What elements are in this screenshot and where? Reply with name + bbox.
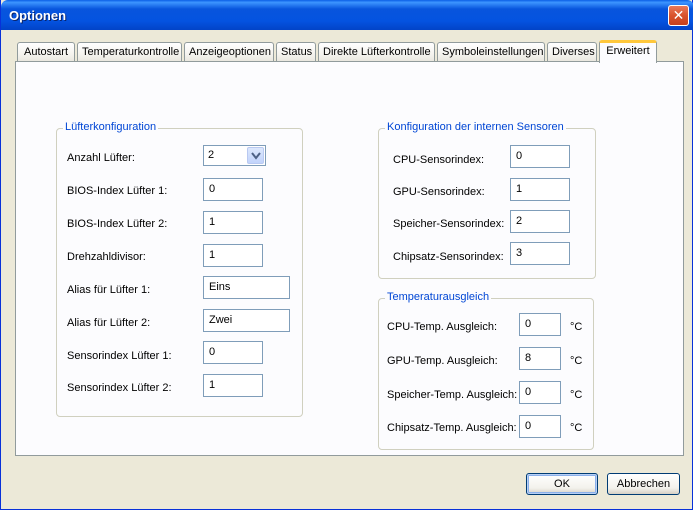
chipset-offset-label: Chipsatz-Temp. Ausgleich:	[387, 422, 517, 434]
memory-sensor-field[interactable]: 2	[510, 210, 570, 233]
cpu-offset-label: CPU-Temp. Ausgleich:	[387, 321, 498, 333]
cancel-button[interactable]: Abbrechen	[607, 473, 680, 495]
tab-status[interactable]: Status	[276, 42, 316, 62]
memory-offset-field[interactable]: 0	[519, 381, 561, 404]
alias-1-field[interactable]: Eins	[203, 276, 290, 299]
options-dialog: Optionen ✕ Autostart Temperaturkontrolle…	[0, 0, 693, 510]
tab-erweitert[interactable]: Erweitert	[599, 40, 657, 63]
tab-diverses[interactable]: Diverses	[547, 42, 597, 62]
fan-count-select[interactable]: 2	[203, 145, 266, 166]
memory-offset-unit: °C	[570, 389, 583, 401]
fan-config-group: Lüfterkonfiguration Anzahl Lüfter: 2 BIO…	[56, 121, 303, 417]
bios-index-1-label: BIOS-Index Lüfter 1:	[67, 185, 168, 197]
sensor-index-2-label: Sensorindex Lüfter 2:	[67, 382, 172, 394]
fan-config-title: Lüfterkonfiguration	[63, 121, 159, 133]
chevron-down-icon[interactable]	[247, 147, 264, 164]
title-bar[interactable]: Optionen ✕	[1, 0, 693, 30]
bios-index-1-field[interactable]: 0	[203, 178, 263, 201]
sensor-index-1-field[interactable]: 0	[203, 341, 263, 364]
alias-2-field[interactable]: Zwei	[203, 309, 290, 332]
alias-2-label: Alias für Lüfter 2:	[67, 317, 151, 329]
temp-offset-group: Temperaturausgleich CPU-Temp. Ausgleich:…	[378, 291, 594, 450]
sensor-config-group: Konfiguration der internen Sensoren CPU-…	[378, 121, 596, 279]
gpu-offset-unit: °C	[570, 355, 583, 367]
chipset-offset-field[interactable]: 0	[519, 415, 561, 438]
memory-offset-label: Speicher-Temp. Ausgleich:	[387, 389, 518, 401]
cpu-sensor-label: CPU-Sensorindex:	[393, 154, 485, 166]
tab-anzeigeoptionen[interactable]: Anzeigeoptionen	[184, 42, 274, 62]
sensor-index-1-label: Sensorindex Lüfter 1:	[67, 350, 172, 362]
sensor-config-title: Konfiguration der internen Sensoren	[385, 121, 566, 133]
bios-index-2-field[interactable]: 1	[203, 211, 263, 234]
gpu-offset-field[interactable]: 8	[519, 347, 561, 370]
cpu-offset-unit: °C	[570, 321, 583, 333]
gpu-sensor-field[interactable]: 1	[510, 178, 570, 201]
alias-1-label: Alias für Lüfter 1:	[67, 284, 151, 296]
divisor-field[interactable]: 1	[203, 244, 263, 267]
divisor-label: Drehzahldivisor:	[67, 251, 146, 263]
fan-count-label: Anzahl Lüfter:	[67, 152, 135, 164]
chipset-offset-unit: °C	[570, 422, 583, 434]
cpu-sensor-field[interactable]: 0	[510, 145, 570, 168]
chipset-sensor-field[interactable]: 3	[510, 242, 570, 265]
bios-index-2-label: BIOS-Index Lüfter 2:	[67, 218, 168, 230]
tab-temperaturkontrolle[interactable]: Temperaturkontrolle	[77, 42, 182, 62]
close-icon: ✕	[672, 7, 685, 23]
memory-sensor-label: Speicher-Sensorindex:	[393, 218, 505, 230]
fan-count-value: 2	[208, 149, 215, 161]
close-button[interactable]: ✕	[668, 5, 689, 26]
sensor-index-2-field[interactable]: 1	[203, 374, 263, 397]
temp-offset-title: Temperaturausgleich	[385, 291, 492, 303]
tab-direkte-luefterkontrolle[interactable]: Direkte Lüfterkontrolle	[318, 42, 435, 62]
gpu-sensor-label: GPU-Sensorindex:	[393, 186, 485, 198]
cpu-offset-field[interactable]: 0	[519, 313, 561, 336]
window-title: Optionen	[9, 8, 67, 23]
tab-autostart[interactable]: Autostart	[17, 42, 75, 62]
chipset-sensor-label: Chipsatz-Sensorindex:	[393, 251, 504, 263]
tab-symboleinstellungen[interactable]: Symboleinstellungen	[437, 42, 545, 62]
ok-button[interactable]: OK	[526, 473, 598, 495]
dialog-client-area: Autostart Temperaturkontrolle Anzeigeopt…	[5, 30, 690, 506]
gpu-offset-label: GPU-Temp. Ausgleich:	[387, 355, 498, 367]
tab-panel-erweitert: Lüfterkonfiguration Anzahl Lüfter: 2 BIO…	[15, 61, 684, 456]
